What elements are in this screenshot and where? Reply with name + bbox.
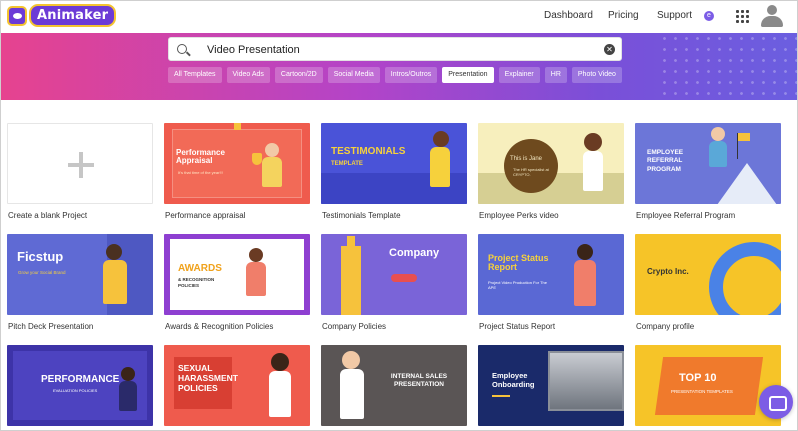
template-thumbnail[interactable]: PERFORMANCE EVALUATION POLICIES <box>7 345 153 426</box>
search-input[interactable] <box>207 42 587 58</box>
template-thumbnail[interactable]: Crypto Inc. <box>635 234 781 315</box>
card-performance-appraisal[interactable]: Performance Appraisal It's that time of … <box>164 123 310 220</box>
clear-search-icon[interactable]: ✕ <box>604 44 615 55</box>
card-sexual-harassment[interactable]: SEXUAL HARASSMENT POLICIES <box>164 345 310 426</box>
user-avatar-icon[interactable] <box>760 5 784 27</box>
template-thumbnail[interactable]: TESTIMONIALS TEMPLATE <box>321 123 467 204</box>
search-icon <box>177 44 187 54</box>
card-testimonials[interactable]: TESTIMONIALS TEMPLATE Testimonials Templ… <box>321 123 467 220</box>
card-awards-recognition[interactable]: AWARDS & RECOGNITION POLICIES Awards & R… <box>164 234 310 331</box>
banner-dots-decoration <box>659 33 797 100</box>
nav-pricing[interactable]: Pricing <box>608 10 639 21</box>
card-pitch-deck[interactable]: Ficstup Grow your Social Brand Pitch Dec… <box>7 234 153 331</box>
template-thumbnail[interactable]: SEXUAL HARASSMENT POLICIES <box>164 345 310 426</box>
card-caption: Testimonials Template <box>322 211 401 220</box>
card-caption: Project Status Report <box>479 322 556 331</box>
card-internal-sales[interactable]: INTERNAL SALES PRESENTATION <box>321 345 467 426</box>
card-caption: Employee Perks video <box>479 211 559 220</box>
blank-project-thumbnail[interactable] <box>7 123 153 204</box>
card-employee-onboarding[interactable]: Employee Onboarding <box>478 345 624 426</box>
search-banner: ✕ All Templates Video Ads Cartoon/2D Soc… <box>1 33 797 100</box>
template-thumbnail[interactable]: Performance Appraisal It's that time of … <box>164 123 310 204</box>
chip-intros-outros[interactable]: Intros/Outros <box>384 67 438 83</box>
template-thumbnail[interactable]: Employee Onboarding <box>478 345 624 426</box>
card-project-status[interactable]: Project Status Report Project Video Prod… <box>478 234 624 331</box>
card-caption: Create a blank Project <box>8 211 88 220</box>
chip-cartoon-2d[interactable]: Cartoon/2D <box>274 67 323 83</box>
template-thumbnail[interactable]: INTERNAL SALES PRESENTATION <box>321 345 467 426</box>
nav-dashboard[interactable]: Dashboard <box>544 10 593 21</box>
template-thumbnail[interactable]: Ficstup Grow your Social Brand <box>7 234 153 315</box>
card-employee-perks[interactable]: This is Jane The HR specialist at CRYPTO… <box>478 123 624 220</box>
card-caption: Company Policies <box>322 322 387 331</box>
card-company-profile[interactable]: Crypto Inc. Company profile <box>635 234 781 331</box>
card-employee-referral[interactable]: EMPLOYEE REFERRAL PROGRAM Employee Refer… <box>635 123 781 220</box>
animaker-app: Animaker Dashboard Pricing Support e ✕ A… <box>0 0 798 431</box>
template-thumbnail[interactable]: This is Jane The HR specialist at CRYPTO… <box>478 123 624 204</box>
card-create-blank[interactable]: Create a blank Project <box>7 123 153 220</box>
card-caption: Pitch Deck Presentation <box>8 322 94 331</box>
logo-icon <box>7 5 27 26</box>
card-caption: Awards & Recognition Policies <box>165 322 274 331</box>
card-caption: Company profile <box>636 322 695 331</box>
chip-explainer[interactable]: Explainer <box>498 67 540 83</box>
template-thumbnail[interactable]: TOP 10 PRESENTATION TEMPLATES <box>635 345 781 426</box>
brand-name: Animaker <box>29 4 117 27</box>
chip-all-templates[interactable]: All Templates <box>168 67 222 83</box>
template-thumbnail[interactable]: Project Status Report Project Video Prod… <box>478 234 624 315</box>
template-thumbnail[interactable]: Company <box>321 234 467 315</box>
card-caption: Employee Referral Program <box>636 211 736 220</box>
category-chips: All Templates Video Ads Cartoon/2D Socia… <box>168 67 622 83</box>
chip-presentation[interactable]: Presentation <box>442 67 494 83</box>
card-performance-evaluation[interactable]: PERFORMANCE EVALUATION POLICIES <box>7 345 153 426</box>
template-thumbnail[interactable]: EMPLOYEE REFERRAL PROGRAM <box>635 123 781 204</box>
chip-video-ads[interactable]: Video Ads <box>226 67 270 83</box>
chip-social-media[interactable]: Social Media <box>327 67 380 83</box>
template-thumbnail[interactable]: AWARDS & RECOGNITION POLICIES <box>164 234 310 315</box>
nav-support[interactable]: Support <box>657 10 692 21</box>
card-company-policies[interactable]: Company Company Policies <box>321 234 467 331</box>
card-caption: Performance appraisal <box>165 211 246 220</box>
chat-support-icon[interactable] <box>759 385 793 419</box>
card-top-10[interactable]: TOP 10 PRESENTATION TEMPLATES <box>635 345 781 426</box>
top-nav: Animaker Dashboard Pricing Support e <box>1 1 797 33</box>
help-icon[interactable]: e <box>704 11 714 21</box>
search-box[interactable]: ✕ <box>168 37 622 61</box>
chip-hr[interactable]: HR <box>544 67 567 83</box>
brand-logo[interactable]: Animaker <box>7 4 117 27</box>
chip-photo-video[interactable]: Photo Video <box>571 67 622 83</box>
apps-grid-icon[interactable] <box>736 10 749 23</box>
